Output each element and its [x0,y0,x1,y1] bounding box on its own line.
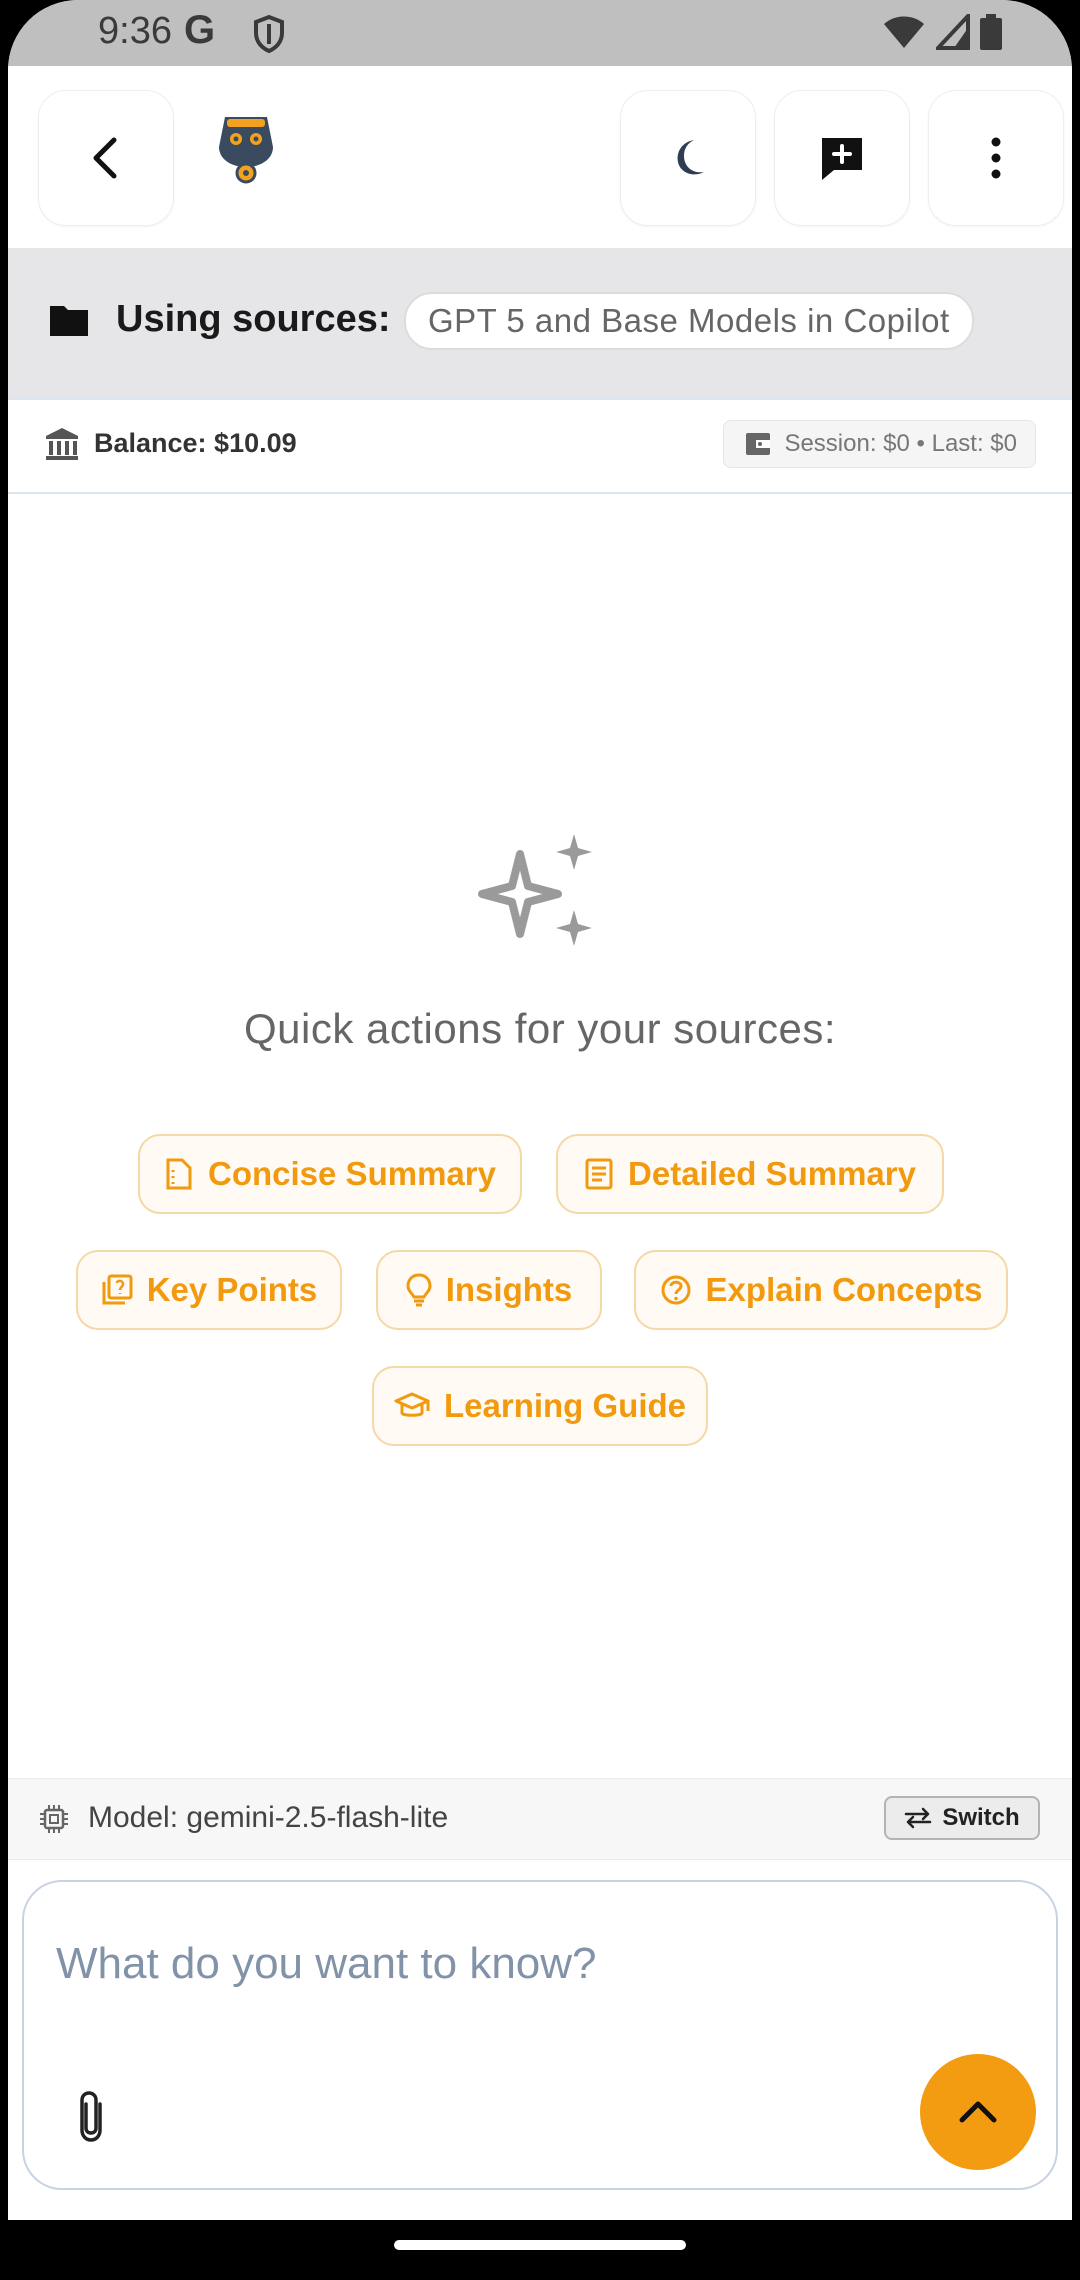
home-gesture-bar[interactable] [394,2240,686,2250]
explain-concepts-button[interactable]: Explain Concepts [634,1250,1008,1330]
sources-label: Using sources: [116,298,391,340]
back-button[interactable] [38,90,174,226]
learning-guide-button[interactable]: Learning Guide [372,1366,708,1446]
session-cost-text: Session: $0 • Last: $0 [784,430,1017,457]
insights-label: Insights [445,1271,573,1308]
lightbulb-icon [406,1273,432,1307]
question-circle-icon [661,1275,691,1305]
key-points-button[interactable]: Key Points [76,1250,342,1330]
cpu-chip-icon [40,1805,68,1833]
session-cost-chip: Session: $0 • Last: $0 [723,420,1036,468]
detailed-summary-button[interactable]: Detailed Summary [556,1134,944,1214]
graduation-cap-icon [394,1392,430,1417]
battery-icon [980,14,1002,50]
status-bar: 9:36 G [8,0,1072,66]
status-time: 9:36 [98,10,172,52]
new-chat-button[interactable] [774,90,910,226]
chevron-left-icon [93,137,117,179]
document-icon [166,1158,192,1190]
more-vertical-icon [991,137,1001,179]
model-bar: Model: gemini-2.5-flash-lite Switch [8,1778,1072,1860]
moon-icon [677,140,704,175]
app-screen: 9:36 G Using sources: GPT 5 and Base Mod… [8,0,1072,2220]
signal-icon [936,14,970,50]
composer [22,1880,1058,2190]
model-name-text: Model: gemini-2.5-flash-lite [88,1801,449,1834]
balance-text: Balance: $10.09 [94,428,297,458]
wallet-icon [746,433,771,455]
folder-icon [50,306,88,336]
explain-concepts-label: Explain Concepts [705,1271,983,1308]
quick-actions-title: Quick actions for your sources: [243,1005,837,1052]
paperclip-icon[interactable] [74,2090,108,2144]
google-icon: G [184,8,216,52]
send-button[interactable] [920,2054,1036,2170]
chevron-up-icon [959,2101,997,2123]
wifi-icon [884,16,924,48]
switch-label: Switch [942,1804,1020,1831]
bank-icon [46,428,78,460]
concise-summary-button[interactable]: Concise Summary [138,1134,522,1214]
status-right-icons [882,14,1002,50]
theme-toggle-button[interactable] [620,90,756,226]
key-points-label: Key Points [146,1271,318,1308]
more-options-button[interactable] [928,90,1064,226]
concise-summary-label: Concise Summary [208,1155,496,1192]
source-chip[interactable]: GPT 5 and Base Models in Copilot [404,292,974,350]
key-points-icon [102,1274,133,1305]
sparkle-icon [478,834,592,946]
detailed-summary-label: Detailed Summary [628,1155,916,1192]
learning-guide-label: Learning Guide [443,1387,687,1424]
balance-row: Balance: $10.09 Session: $0 • Last: $0 [8,400,1072,494]
chat-plus-icon [822,138,862,180]
list-document-icon [585,1158,613,1190]
insights-button[interactable]: Insights [376,1250,602,1330]
message-input[interactable] [54,1938,858,1990]
robot-avatar-icon [196,82,296,212]
sources-bar: Using sources: GPT 5 and Base Models in … [8,248,1072,400]
swap-arrows-icon [905,1807,932,1829]
switch-model-button[interactable]: Switch [884,1796,1040,1840]
shield-icon [254,14,284,54]
app-bar [8,66,1072,248]
